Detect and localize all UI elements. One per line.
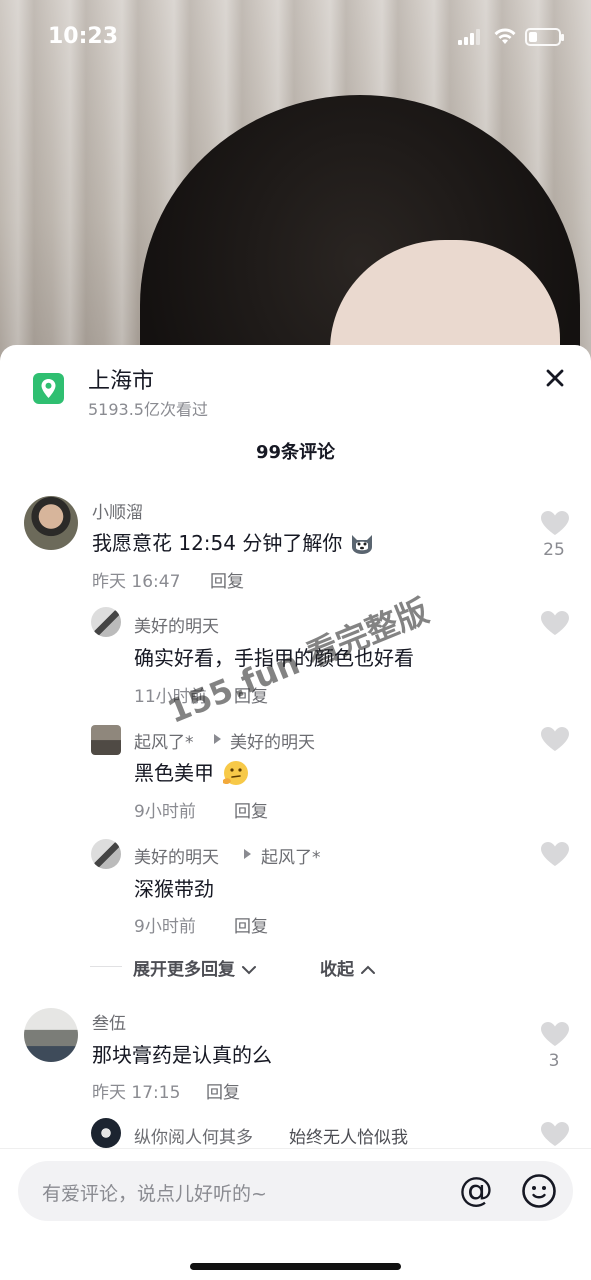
reply-username[interactable]: 美好的明天 <box>134 612 219 637</box>
comment-input-placeholder: 有爱评论，说点儿好听的~ <box>42 1183 267 1205</box>
comment-text[interactable]: 那块膏药是认真的么 <box>92 1039 272 1068</box>
comment-time: 昨天 16:47 <box>92 572 181 592</box>
avatar[interactable] <box>91 839 121 869</box>
husky-emoji-icon <box>349 531 375 555</box>
avatar[interactable] <box>91 607 121 637</box>
cellular-signal-icon <box>458 29 480 45</box>
comment-time: 昨天 17:15 <box>92 1083 181 1103</box>
heart-icon[interactable] <box>540 841 570 867</box>
comment-text[interactable]: 我愿意花 12:54 分钟了解你 <box>92 527 375 557</box>
reply-to-arrow-icon <box>244 849 251 859</box>
reply-to-arrow-icon <box>214 734 221 744</box>
comment-username[interactable]: 小顺溜 <box>92 498 143 523</box>
reply-username[interactable]: 美好的明天 <box>134 843 219 868</box>
reply-text-content: 黑色美甲 <box>134 761 214 785</box>
like-count: 3 <box>548 1051 560 1071</box>
reply-time: 9小时前 <box>134 802 196 822</box>
reply-time: 9小时前 <box>134 917 196 937</box>
heart-icon[interactable] <box>540 726 570 752</box>
comment-input-bar: 有爱评论，说点儿好听的~ @ <box>0 1148 591 1280</box>
comment-username[interactable]: 叁伍 <box>92 1009 126 1034</box>
chevron-up-icon <box>360 965 375 974</box>
thinking-face-emoji-icon <box>220 759 250 787</box>
expand-more-replies-button[interactable]: 展开更多回复 <box>133 955 257 980</box>
reply-username[interactable]: 纵你阅人何其多 <box>134 1123 253 1148</box>
avatar[interactable] <box>91 725 121 755</box>
reply-to-username[interactable]: 起风了* <box>261 843 321 868</box>
at-icon[interactable]: @ <box>459 1172 493 1208</box>
comment-text-content: 我愿意花 12:54 分钟了解你 <box>92 531 343 555</box>
home-indicator <box>190 1263 401 1270</box>
comment-count: 99条评论 <box>255 442 336 463</box>
expand-label: 展开更多回复 <box>133 960 235 980</box>
battery-level <box>529 32 537 42</box>
status-bar: 10:23 <box>0 0 591 76</box>
status-time: 10:23 <box>48 24 119 49</box>
wifi-icon <box>494 28 516 44</box>
reply-text[interactable]: 始终无人恰似我 <box>289 1123 408 1148</box>
location-pin-icon[interactable] <box>33 373 64 404</box>
heart-icon[interactable] <box>540 610 570 636</box>
comment-sheet: 上海市 5193.5亿次看过 99条评论 小顺溜 我愿意花 12:54 分钟了解… <box>0 345 591 1280</box>
collapse-label: 收起 <box>320 960 354 980</box>
expand-divider <box>90 966 122 967</box>
reply-button[interactable]: 回复 <box>234 797 268 822</box>
reply-username[interactable]: 起风了* <box>134 728 194 753</box>
reply-button[interactable]: 回复 <box>210 567 244 592</box>
heart-icon[interactable] <box>540 1021 570 1047</box>
reply-button[interactable]: 回复 <box>206 1078 240 1103</box>
avatar[interactable] <box>91 1118 121 1148</box>
battery-icon <box>525 28 564 46</box>
comment-input[interactable]: 有爱评论，说点儿好听的~ @ <box>18 1161 573 1221</box>
smiley-icon[interactable] <box>521 1173 557 1209</box>
avatar[interactable] <box>24 496 78 550</box>
reply-to-username[interactable]: 美好的明天 <box>230 728 315 753</box>
heart-icon[interactable] <box>540 510 570 536</box>
location-title[interactable]: 上海市 <box>88 363 154 395</box>
reply-text[interactable]: 深猴带劲 <box>134 873 214 902</box>
heart-icon[interactable] <box>540 1121 570 1147</box>
reply-text[interactable]: 黑色美甲 <box>134 757 250 789</box>
location-views: 5193.5亿次看过 <box>88 400 208 419</box>
collapse-replies-button[interactable]: 收起 <box>320 955 376 980</box>
close-icon[interactable] <box>540 363 570 393</box>
like-count: 25 <box>543 540 565 560</box>
avatar[interactable] <box>24 1008 78 1062</box>
reply-button[interactable]: 回复 <box>234 912 268 937</box>
chevron-down-icon <box>241 966 256 975</box>
